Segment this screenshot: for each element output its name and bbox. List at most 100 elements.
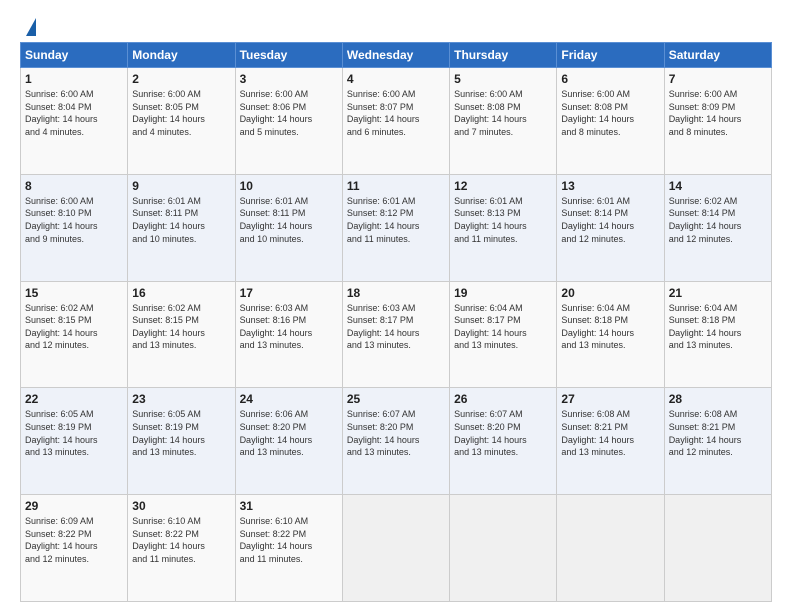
day-info: Sunrise: 6:09 AM Sunset: 8:22 PM Dayligh… — [25, 515, 123, 565]
day-info: Sunrise: 6:08 AM Sunset: 8:21 PM Dayligh… — [669, 408, 767, 458]
calendar-cell: 8 Sunrise: 6:00 AM Sunset: 8:10 PM Daylig… — [21, 174, 128, 281]
day-info: Sunrise: 6:05 AM Sunset: 8:19 PM Dayligh… — [132, 408, 230, 458]
day-number: 10 — [240, 179, 338, 193]
header-cell-friday: Friday — [557, 43, 664, 68]
day-info: Sunrise: 6:02 AM Sunset: 8:15 PM Dayligh… — [132, 302, 230, 352]
day-number: 1 — [25, 72, 123, 86]
calendar-cell: 13Sunrise: 6:01 AM Sunset: 8:14 PM Dayli… — [557, 174, 664, 281]
day-info: Sunrise: 6:00 AM Sunset: 8:06 PM Dayligh… — [240, 88, 338, 138]
day-info: Sunrise: 6:03 AM Sunset: 8:16 PM Dayligh… — [240, 302, 338, 352]
calendar-cell: 15Sunrise: 6:02 AM Sunset: 8:15 PM Dayli… — [21, 281, 128, 388]
day-number: 4 — [347, 72, 445, 86]
calendar-week-3: 15Sunrise: 6:02 AM Sunset: 8:15 PM Dayli… — [21, 281, 772, 388]
header-cell-tuesday: Tuesday — [235, 43, 342, 68]
day-info: Sunrise: 6:10 AM Sunset: 8:22 PM Dayligh… — [240, 515, 338, 565]
calendar-cell: 27 Sunrise: 6:08 AM Sunset: 8:21 PM Dayli… — [557, 388, 664, 495]
day-number: 21 — [669, 286, 767, 300]
calendar-week-1: 1 Sunrise: 6:00 AM Sunset: 8:04 PM Daylig… — [21, 68, 772, 175]
day-number: 6 — [561, 72, 659, 86]
day-info: Sunrise: 6:00 AM Sunset: 8:04 PM Dayligh… — [25, 88, 123, 138]
day-number: 5 — [454, 72, 552, 86]
calendar-table: SundayMondayTuesdayWednesdayThursdayFrid… — [20, 42, 772, 602]
calendar-cell — [342, 495, 449, 602]
day-number: 17 — [240, 286, 338, 300]
day-number: 8 — [25, 179, 123, 193]
day-number: 29 — [25, 499, 123, 513]
day-number: 19 — [454, 286, 552, 300]
header-cell-saturday: Saturday — [664, 43, 771, 68]
calendar-cell: 18 Sunrise: 6:03 AM Sunset: 8:17 PM Dayli… — [342, 281, 449, 388]
day-number: 18 — [347, 286, 445, 300]
day-info: Sunrise: 6:02 AM Sunset: 8:15 PM Dayligh… — [25, 302, 123, 352]
day-info: Sunrise: 6:06 AM Sunset: 8:20 PM Dayligh… — [240, 408, 338, 458]
day-info: Sunrise: 6:00 AM Sunset: 8:08 PM Dayligh… — [561, 88, 659, 138]
header-cell-wednesday: Wednesday — [342, 43, 449, 68]
calendar-cell: 5 Sunrise: 6:00 AM Sunset: 8:08 PM Daylig… — [450, 68, 557, 175]
day-info: Sunrise: 6:00 AM Sunset: 8:10 PM Dayligh… — [25, 195, 123, 245]
day-number: 3 — [240, 72, 338, 86]
day-number: 22 — [25, 392, 123, 406]
calendar-cell: 31Sunrise: 6:10 AM Sunset: 8:22 PM Dayli… — [235, 495, 342, 602]
day-info: Sunrise: 6:00 AM Sunset: 8:08 PM Dayligh… — [454, 88, 552, 138]
day-info: Sunrise: 6:08 AM Sunset: 8:21 PM Dayligh… — [561, 408, 659, 458]
header-cell-monday: Monday — [128, 43, 235, 68]
header-row: SundayMondayTuesdayWednesdayThursdayFrid… — [21, 43, 772, 68]
header-cell-thursday: Thursday — [450, 43, 557, 68]
calendar-cell: 7Sunrise: 6:00 AM Sunset: 8:09 PM Daylig… — [664, 68, 771, 175]
calendar-cell: 12 Sunrise: 6:01 AM Sunset: 8:13 PM Dayli… — [450, 174, 557, 281]
day-info: Sunrise: 6:04 AM Sunset: 8:18 PM Dayligh… — [561, 302, 659, 352]
day-number: 24 — [240, 392, 338, 406]
logo-triangle-icon — [26, 18, 36, 36]
calendar-cell — [450, 495, 557, 602]
day-info: Sunrise: 6:01 AM Sunset: 8:13 PM Dayligh… — [454, 195, 552, 245]
day-number: 26 — [454, 392, 552, 406]
page: SundayMondayTuesdayWednesdayThursdayFrid… — [0, 0, 792, 612]
calendar-header: SundayMondayTuesdayWednesdayThursdayFrid… — [21, 43, 772, 68]
calendar-week-5: 29 Sunrise: 6:09 AM Sunset: 8:22 PM Dayli… — [21, 495, 772, 602]
calendar-cell: 23Sunrise: 6:05 AM Sunset: 8:19 PM Dayli… — [128, 388, 235, 495]
calendar-cell — [557, 495, 664, 602]
calendar-cell: 30Sunrise: 6:10 AM Sunset: 8:22 PM Dayli… — [128, 495, 235, 602]
calendar-week-4: 22 Sunrise: 6:05 AM Sunset: 8:19 PM Dayli… — [21, 388, 772, 495]
day-info: Sunrise: 6:04 AM Sunset: 8:18 PM Dayligh… — [669, 302, 767, 352]
calendar-cell: 28 Sunrise: 6:08 AM Sunset: 8:21 PM Dayli… — [664, 388, 771, 495]
day-info: Sunrise: 6:10 AM Sunset: 8:22 PM Dayligh… — [132, 515, 230, 565]
day-info: Sunrise: 6:00 AM Sunset: 8:05 PM Dayligh… — [132, 88, 230, 138]
calendar-cell: 6 Sunrise: 6:00 AM Sunset: 8:08 PM Daylig… — [557, 68, 664, 175]
day-number: 27 — [561, 392, 659, 406]
calendar-cell: 9Sunrise: 6:01 AM Sunset: 8:11 PM Daylig… — [128, 174, 235, 281]
calendar-cell: 26 Sunrise: 6:07 AM Sunset: 8:20 PM Dayli… — [450, 388, 557, 495]
calendar-cell: 3 Sunrise: 6:00 AM Sunset: 8:06 PM Daylig… — [235, 68, 342, 175]
day-number: 28 — [669, 392, 767, 406]
day-info: Sunrise: 6:07 AM Sunset: 8:20 PM Dayligh… — [454, 408, 552, 458]
calendar-cell: 29 Sunrise: 6:09 AM Sunset: 8:22 PM Dayli… — [21, 495, 128, 602]
day-info: Sunrise: 6:07 AM Sunset: 8:20 PM Dayligh… — [347, 408, 445, 458]
calendar-cell: 20 Sunrise: 6:04 AM Sunset: 8:18 PM Dayli… — [557, 281, 664, 388]
day-info: Sunrise: 6:01 AM Sunset: 8:11 PM Dayligh… — [132, 195, 230, 245]
day-info: Sunrise: 6:05 AM Sunset: 8:19 PM Dayligh… — [25, 408, 123, 458]
calendar-cell — [664, 495, 771, 602]
day-info: Sunrise: 6:00 AM Sunset: 8:07 PM Dayligh… — [347, 88, 445, 138]
day-number: 7 — [669, 72, 767, 86]
day-number: 12 — [454, 179, 552, 193]
day-info: Sunrise: 6:01 AM Sunset: 8:12 PM Dayligh… — [347, 195, 445, 245]
calendar-cell: 10Sunrise: 6:01 AM Sunset: 8:11 PM Dayli… — [235, 174, 342, 281]
day-number: 20 — [561, 286, 659, 300]
header-cell-sunday: Sunday — [21, 43, 128, 68]
calendar-cell: 1 Sunrise: 6:00 AM Sunset: 8:04 PM Daylig… — [21, 68, 128, 175]
calendar-body: 1 Sunrise: 6:00 AM Sunset: 8:04 PM Daylig… — [21, 68, 772, 602]
day-info: Sunrise: 6:02 AM Sunset: 8:14 PM Dayligh… — [669, 195, 767, 245]
calendar-cell: 17 Sunrise: 6:03 AM Sunset: 8:16 PM Dayli… — [235, 281, 342, 388]
calendar-cell: 22 Sunrise: 6:05 AM Sunset: 8:19 PM Dayli… — [21, 388, 128, 495]
day-number: 11 — [347, 179, 445, 193]
calendar-cell: 11 Sunrise: 6:01 AM Sunset: 8:12 PM Dayli… — [342, 174, 449, 281]
calendar-cell: 21 Sunrise: 6:04 AM Sunset: 8:18 PM Dayli… — [664, 281, 771, 388]
day-number: 14 — [669, 179, 767, 193]
calendar-cell: 14 Sunrise: 6:02 AM Sunset: 8:14 PM Dayli… — [664, 174, 771, 281]
calendar-cell: 2 Sunrise: 6:00 AM Sunset: 8:05 PM Daylig… — [128, 68, 235, 175]
calendar-cell: 24 Sunrise: 6:06 AM Sunset: 8:20 PM Dayli… — [235, 388, 342, 495]
day-number: 2 — [132, 72, 230, 86]
day-info: Sunrise: 6:03 AM Sunset: 8:17 PM Dayligh… — [347, 302, 445, 352]
calendar-cell: 25Sunrise: 6:07 AM Sunset: 8:20 PM Dayli… — [342, 388, 449, 495]
logo — [20, 16, 36, 36]
